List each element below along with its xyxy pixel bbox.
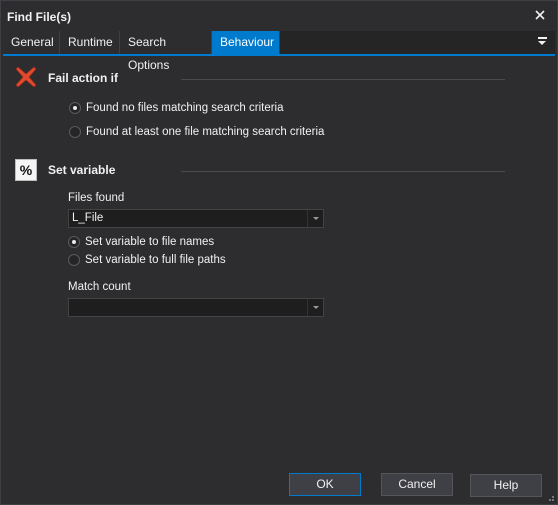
find-files-dialog: Find File(s) General Runtime Search Opti… <box>0 0 558 505</box>
tab-general[interactable]: General <box>3 31 60 54</box>
radio-button-checked[interactable] <box>68 236 80 248</box>
chevron-down-icon[interactable] <box>307 210 323 227</box>
tab-search-options[interactable]: Search Options <box>120 31 212 72</box>
set-variable-divider <box>181 171 505 172</box>
chevron-down-icon[interactable] <box>307 299 323 316</box>
resize-grip-icon[interactable] <box>545 492 555 502</box>
close-button[interactable] <box>531 6 549 24</box>
fail-action-title: Fail action if <box>48 71 119 85</box>
files-found-value: L_File <box>72 212 104 224</box>
tab-bar: General Runtime Search Options Behaviour <box>3 31 555 72</box>
radio-button-checked[interactable] <box>69 102 81 114</box>
radio-button[interactable] <box>69 126 81 138</box>
tab-overflow-menu-icon[interactable] <box>537 36 549 48</box>
files-found-combo[interactable]: L_File <box>68 209 324 228</box>
match-count-label: Match count <box>68 281 131 293</box>
files-found-label: Files found <box>68 192 125 204</box>
close-icon[interactable] <box>531 6 549 24</box>
radio-label: Found at least one file matching search … <box>86 126 325 138</box>
radio-found-no-files[interactable]: Found no files matching search criteria <box>69 102 284 114</box>
tab-runtime[interactable]: Runtime <box>60 31 120 54</box>
set-variable-title: Set variable <box>48 163 116 177</box>
dialog-title: Find File(s) <box>7 10 71 24</box>
tab-behaviour[interactable]: Behaviour <box>212 31 280 54</box>
help-button[interactable]: Help <box>470 474 542 497</box>
percent-icon: % <box>15 159 37 181</box>
radio-label: Found no files matching search criteria <box>86 102 284 114</box>
title-bar[interactable]: Find File(s) <box>1 1 557 31</box>
cancel-button[interactable]: Cancel <box>381 473 453 496</box>
radio-label: Set variable to file names <box>85 236 215 248</box>
red-x-icon <box>15 66 37 88</box>
radio-button[interactable] <box>68 254 80 266</box>
ok-button[interactable]: OK <box>289 473 361 496</box>
match-count-combo[interactable] <box>68 298 324 317</box>
radio-found-at-least-one[interactable]: Found at least one file matching search … <box>69 126 324 138</box>
tab-underline <box>3 54 555 56</box>
fail-action-divider <box>181 79 505 80</box>
radio-label: Set variable to full file paths <box>85 254 226 266</box>
radio-full-file-paths[interactable]: Set variable to full file paths <box>68 254 226 266</box>
radio-file-names[interactable]: Set variable to file names <box>68 236 214 248</box>
